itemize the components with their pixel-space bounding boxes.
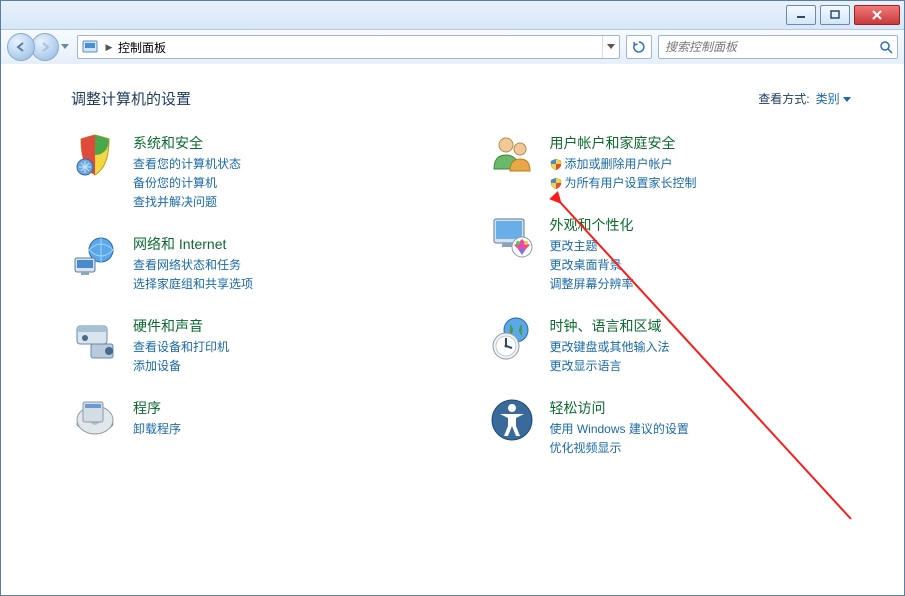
breadcrumb-current[interactable]: 控制面板: [116, 39, 602, 56]
clock-language-icon: [488, 314, 536, 362]
view-by-selector[interactable]: 查看方式: 类别: [758, 90, 851, 107]
category-appearance-personalization: 外观和个性化 更改主题 更改桌面背景 调整屏幕分辨率: [488, 213, 875, 292]
category-title[interactable]: 外观和个性化: [550, 215, 634, 235]
navigation-bar: ▶ 控制面板: [1, 30, 904, 65]
category-clock-language-region: 时钟、语言和区域 更改键盘或其他输入法 更改显示语言: [488, 314, 875, 374]
view-by-value[interactable]: 类别: [816, 90, 851, 107]
system-security-icon: [71, 131, 119, 179]
category-link[interactable]: 查看您的计算机状态: [133, 155, 241, 172]
category-link[interactable]: 选择家庭组和共享选项: [133, 275, 253, 292]
left-column: 系统和安全 查看您的计算机状态 备份您的计算机 查找并解决问题 网络和 Inte…: [71, 131, 458, 456]
view-by-label: 查看方式:: [758, 90, 809, 107]
forward-button[interactable]: [31, 33, 59, 61]
refresh-button[interactable]: [626, 35, 652, 59]
control-panel-icon: [80, 37, 100, 57]
content-area: 调整计算机的设置 查看方式: 类别 系统和安全 查看您的计算机状态 备份您的计算…: [1, 64, 904, 595]
category-link[interactable]: 更改键盘或其他输入法: [550, 338, 670, 355]
category-link[interactable]: 为所有用户设置家长控制: [550, 174, 697, 191]
category-link[interactable]: 查看设备和打印机: [133, 338, 229, 355]
category-hardware-sound: 硬件和声音 查看设备和打印机 添加设备: [71, 314, 458, 374]
search-input[interactable]: [659, 40, 875, 54]
network-internet-icon: [71, 232, 119, 280]
category-title[interactable]: 网络和 Internet: [133, 234, 253, 254]
category-link[interactable]: 查看网络状态和任务: [133, 256, 253, 273]
category-link[interactable]: 查找并解决问题: [133, 193, 241, 210]
close-button[interactable]: [854, 5, 900, 25]
right-column: 用户帐户和家庭安全 添加或删除用户帐户 为所有用户设置家长控制: [488, 131, 875, 456]
address-dropdown[interactable]: [602, 36, 619, 58]
shield-icon: [550, 177, 562, 189]
category-link[interactable]: 添加设备: [133, 357, 229, 374]
programs-icon: [71, 396, 119, 444]
category-title[interactable]: 系统和安全: [133, 133, 241, 153]
address-bar[interactable]: ▶ 控制面板: [77, 35, 620, 59]
category-title[interactable]: 硬件和声音: [133, 316, 229, 336]
breadcrumb-separator[interactable]: ▶: [102, 36, 116, 58]
user-accounts-icon: [488, 131, 536, 179]
category-ease-of-access: 轻松访问 使用 Windows 建议的设置 优化视频显示: [488, 396, 875, 456]
category-title[interactable]: 轻松访问: [550, 398, 689, 418]
category-link[interactable]: 更改桌面背景: [550, 256, 634, 273]
category-link[interactable]: 优化视频显示: [550, 439, 689, 456]
window-titlebar: [1, 1, 904, 30]
category-title[interactable]: 程序: [133, 398, 181, 418]
category-title[interactable]: 时钟、语言和区域: [550, 316, 670, 336]
hardware-sound-icon: [71, 314, 119, 362]
category-link[interactable]: 添加或删除用户帐户: [550, 155, 697, 172]
category-link[interactable]: 使用 Windows 建议的设置: [550, 420, 689, 437]
page-title: 调整计算机的设置: [71, 88, 191, 109]
appearance-icon: [488, 213, 536, 261]
category-user-accounts: 用户帐户和家庭安全 添加或删除用户帐户 为所有用户设置家长控制: [488, 131, 875, 191]
category-link[interactable]: 备份您的计算机: [133, 174, 241, 191]
category-system-security: 系统和安全 查看您的计算机状态 备份您的计算机 查找并解决问题: [71, 131, 458, 210]
category-network-internet: 网络和 Internet 查看网络状态和任务 选择家庭组和共享选项: [71, 232, 458, 292]
ease-of-access-icon: [488, 396, 536, 444]
minimize-button[interactable]: [786, 5, 816, 25]
nav-arrows: [7, 33, 71, 61]
history-dropdown[interactable]: [59, 35, 71, 59]
category-link[interactable]: 调整屏幕分辨率: [550, 275, 634, 292]
category-title[interactable]: 用户帐户和家庭安全: [550, 133, 697, 153]
category-link[interactable]: 更改显示语言: [550, 357, 670, 374]
search-icon[interactable]: [875, 40, 897, 54]
category-link[interactable]: 更改主题: [550, 237, 634, 254]
shield-icon: [550, 158, 562, 170]
maximize-button[interactable]: [820, 5, 850, 25]
control-panel-window: ▶ 控制面板 调整计算机的设置 查看方式: 类别: [0, 0, 905, 596]
search-box[interactable]: [658, 35, 898, 59]
back-button[interactable]: [7, 33, 35, 61]
category-link[interactable]: 卸载程序: [133, 420, 181, 437]
category-programs: 程序 卸载程序: [71, 396, 458, 444]
